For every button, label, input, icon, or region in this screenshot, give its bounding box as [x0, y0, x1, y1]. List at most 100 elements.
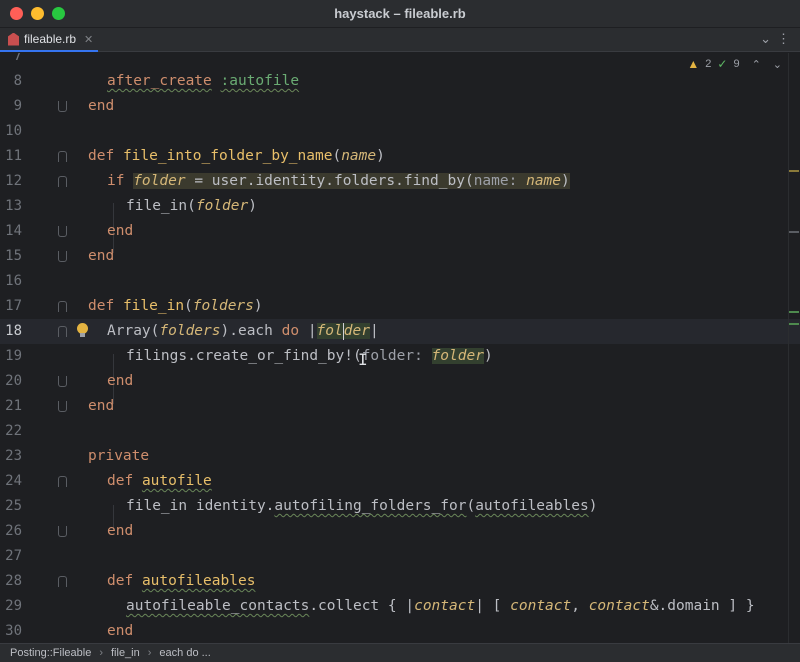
line-number: 18	[5, 323, 22, 339]
mouse-ibeam-icon: I	[358, 350, 368, 369]
code-line: 14 end	[0, 219, 800, 244]
ruby-file-icon	[8, 32, 19, 46]
code-line: 8 after_create :autofile	[0, 69, 800, 94]
fold-marker-icon[interactable]	[58, 101, 67, 112]
line-number: 27	[5, 548, 22, 564]
code-line: 29 autofileable_contacts.collect { |cont…	[0, 594, 800, 619]
line-number: 29	[5, 598, 22, 614]
fold-marker-icon[interactable]	[58, 251, 67, 262]
code-line: 10	[0, 119, 800, 144]
code-text: end	[107, 523, 134, 539]
tab-fileable-rb[interactable]: fileable.rb ✕	[0, 28, 98, 52]
code-text: private	[88, 448, 150, 464]
code-text: file_in identity.autofiling_folders_for(…	[126, 498, 598, 514]
code-line: 28 def autofileables	[0, 569, 800, 594]
fold-marker-icon[interactable]	[58, 476, 67, 487]
code-text: end	[88, 248, 115, 264]
line-number: 13	[5, 198, 22, 214]
code-line: 13 file_in(folder)	[0, 194, 800, 219]
scroll-mark	[789, 231, 799, 233]
line-number: 17	[5, 298, 22, 314]
fold-marker-icon[interactable]	[58, 226, 67, 237]
line-number: 14	[5, 223, 22, 239]
close-window-button[interactable]	[10, 7, 23, 20]
fold-marker-icon[interactable]	[58, 576, 67, 587]
breadcrumb-separator-icon: ›	[147, 647, 152, 659]
code-text: end	[88, 98, 115, 114]
fold-marker-icon[interactable]	[58, 151, 67, 162]
code-line: 24 def autofile	[0, 469, 800, 494]
code-line: 27	[0, 544, 800, 569]
code-line: 26 end	[0, 519, 800, 544]
line-number: 30	[5, 623, 22, 639]
code-line: 7	[0, 53, 800, 69]
line-number: 15	[5, 248, 22, 264]
line-number: 23	[5, 448, 22, 464]
breadcrumb-item[interactable]: each do ...	[159, 647, 210, 659]
code-text: def file_in(folders)	[88, 298, 263, 314]
breadcrumb-separator-icon: ›	[99, 647, 103, 659]
fold-marker-icon[interactable]	[58, 376, 67, 387]
fold-marker-icon[interactable]	[58, 401, 67, 412]
code-line: 25 file_in identity.autofiling_folders_f…	[0, 494, 800, 519]
line-number: 26	[5, 523, 22, 539]
code-text: end	[88, 398, 115, 414]
scroll-mark	[789, 323, 799, 325]
line-number: 9	[13, 98, 22, 114]
fold-marker-icon[interactable]	[58, 326, 67, 337]
tab-bar: fileable.rb ✕ ⌄⋮	[0, 28, 800, 52]
code-line: 15 end	[0, 244, 800, 269]
line-number: 7	[13, 53, 22, 64]
code-text: filings.create_or_find_by!(folder: folde…	[126, 348, 493, 364]
code-line: 20 end	[0, 369, 800, 394]
code-line: 23 private	[0, 444, 800, 469]
fold-marker-icon[interactable]	[58, 301, 67, 312]
breadcrumb-item[interactable]: file_in	[111, 647, 140, 659]
line-number: 21	[5, 398, 22, 414]
code-line: 19 filings.create_or_find_by!(folder: fo…	[0, 344, 800, 369]
code-line: 30 end	[0, 619, 800, 643]
line-number: 8	[13, 73, 22, 89]
editor-scrollbar[interactable]	[788, 53, 800, 643]
lightbulb-icon[interactable]	[77, 323, 88, 337]
code-line: 21 end	[0, 394, 800, 419]
line-number: 10	[5, 123, 22, 139]
title-bar: haystack – fileable.rb	[0, 0, 800, 28]
tab-close-icon[interactable]: ✕	[84, 33, 93, 46]
code-text: if folder = user.identity.folders.find_b…	[107, 173, 570, 189]
line-number: 28	[5, 573, 22, 589]
line-number: 19	[5, 348, 22, 364]
code-text: end	[107, 373, 134, 389]
line-number: 20	[5, 373, 22, 389]
code-editor[interactable]: ▲ 2 ✓ 9 ⌃ ⌄ 7 8 after_create :autofile 9…	[0, 53, 800, 643]
tab-label: fileable.rb	[24, 32, 77, 46]
code-line: 22	[0, 419, 800, 444]
fold-marker-icon[interactable]	[58, 526, 67, 537]
line-number: 24	[5, 473, 22, 489]
code-text: def autofile	[107, 473, 212, 489]
code-line: 12 if folder = user.identity.folders.fin…	[0, 169, 800, 194]
code-line-current: 18 Array(folders).each do |folder|	[0, 319, 800, 344]
code-text: def autofileables	[107, 573, 256, 589]
breadcrumb: Posting::Fileable › file_in › each do ..…	[0, 643, 800, 662]
code-text: file_in(folder)	[126, 198, 257, 214]
code-line: 9 end	[0, 94, 800, 119]
fold-marker-icon[interactable]	[58, 176, 67, 187]
code-text: end	[107, 623, 134, 639]
scroll-mark	[789, 311, 799, 313]
maximize-window-button[interactable]	[52, 7, 65, 20]
line-number: 22	[5, 423, 22, 439]
code-text: after_create :autofile	[107, 73, 300, 89]
line-number: 25	[5, 498, 22, 514]
window-title: haystack – fileable.rb	[334, 6, 466, 21]
minimize-window-button[interactable]	[31, 7, 44, 20]
code-text: autofileable_contacts.collect { |contact…	[126, 598, 755, 614]
breadcrumb-item[interactable]: Posting::Fileable	[10, 647, 91, 659]
line-number: 16	[5, 273, 22, 289]
code-line: 11 def file_into_folder_by_name(name)	[0, 144, 800, 169]
tab-actions-icon[interactable]: ⌄⋮	[760, 31, 796, 47]
scroll-mark	[789, 170, 799, 172]
line-number: 11	[5, 148, 22, 164]
line-number: 12	[5, 173, 22, 189]
code-text: Array(folders).each do |folder|	[107, 322, 379, 340]
